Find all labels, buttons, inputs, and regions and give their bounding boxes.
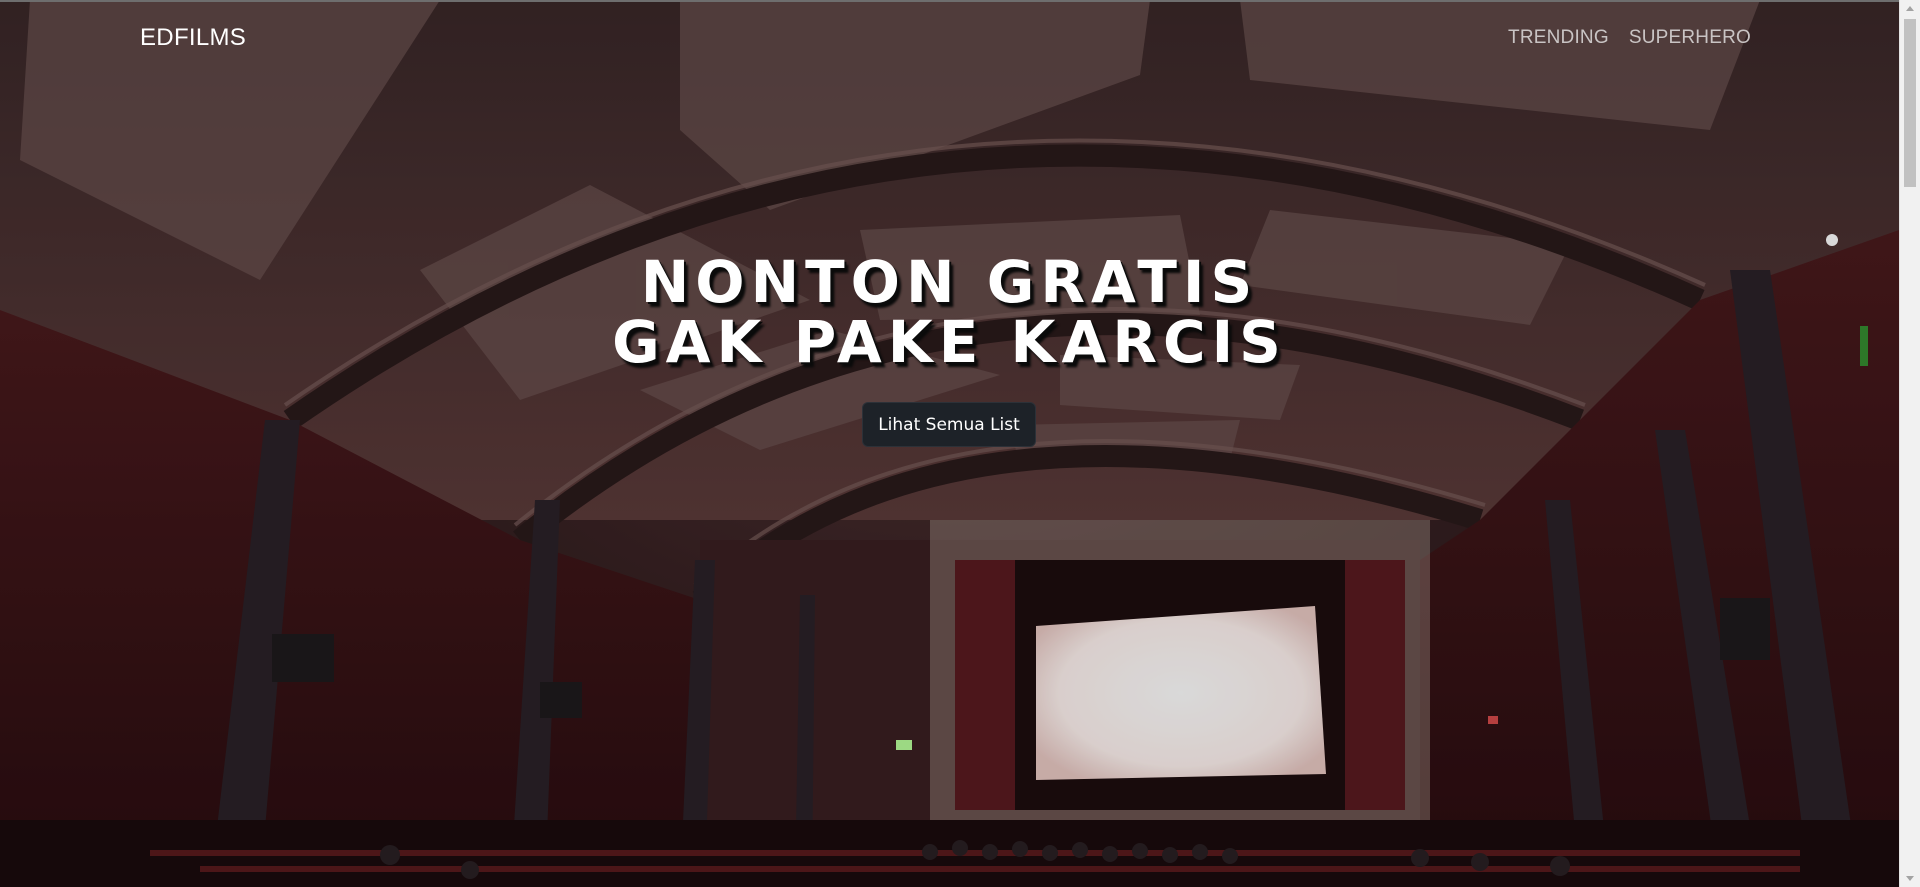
see-all-list-button[interactable]: Lihat Semua List [862, 402, 1036, 447]
top-navbar: EDFILMS TRENDING SUPERHERO [0, 2, 1899, 76]
scroll-down-arrow-icon[interactable] [1906, 876, 1914, 881]
hero-title: NONTON GRATIS GAK PAKE KARCIS [0, 252, 1899, 372]
scrollbar-thumb[interactable] [1904, 19, 1916, 187]
page-scrollbar[interactable] [1899, 0, 1920, 887]
nav-links: TRENDING SUPERHERO [1508, 27, 1751, 49]
scroll-up-arrow-icon[interactable] [1906, 6, 1914, 11]
landing-page: EDFILMS TRENDING SUPERHERO NONTON GRATIS… [0, 0, 1920, 887]
hero-title-line-2: GAK PAKE KARCIS [612, 308, 1287, 376]
window-top-border [0, 0, 1920, 2]
nav-link-trending[interactable]: TRENDING [1508, 27, 1609, 49]
brand-logo-link[interactable]: EDFILMS [140, 24, 246, 52]
hero-title-line-1: NONTON GRATIS [640, 248, 1259, 316]
nav-link-superhero[interactable]: SUPERHERO [1629, 27, 1751, 49]
